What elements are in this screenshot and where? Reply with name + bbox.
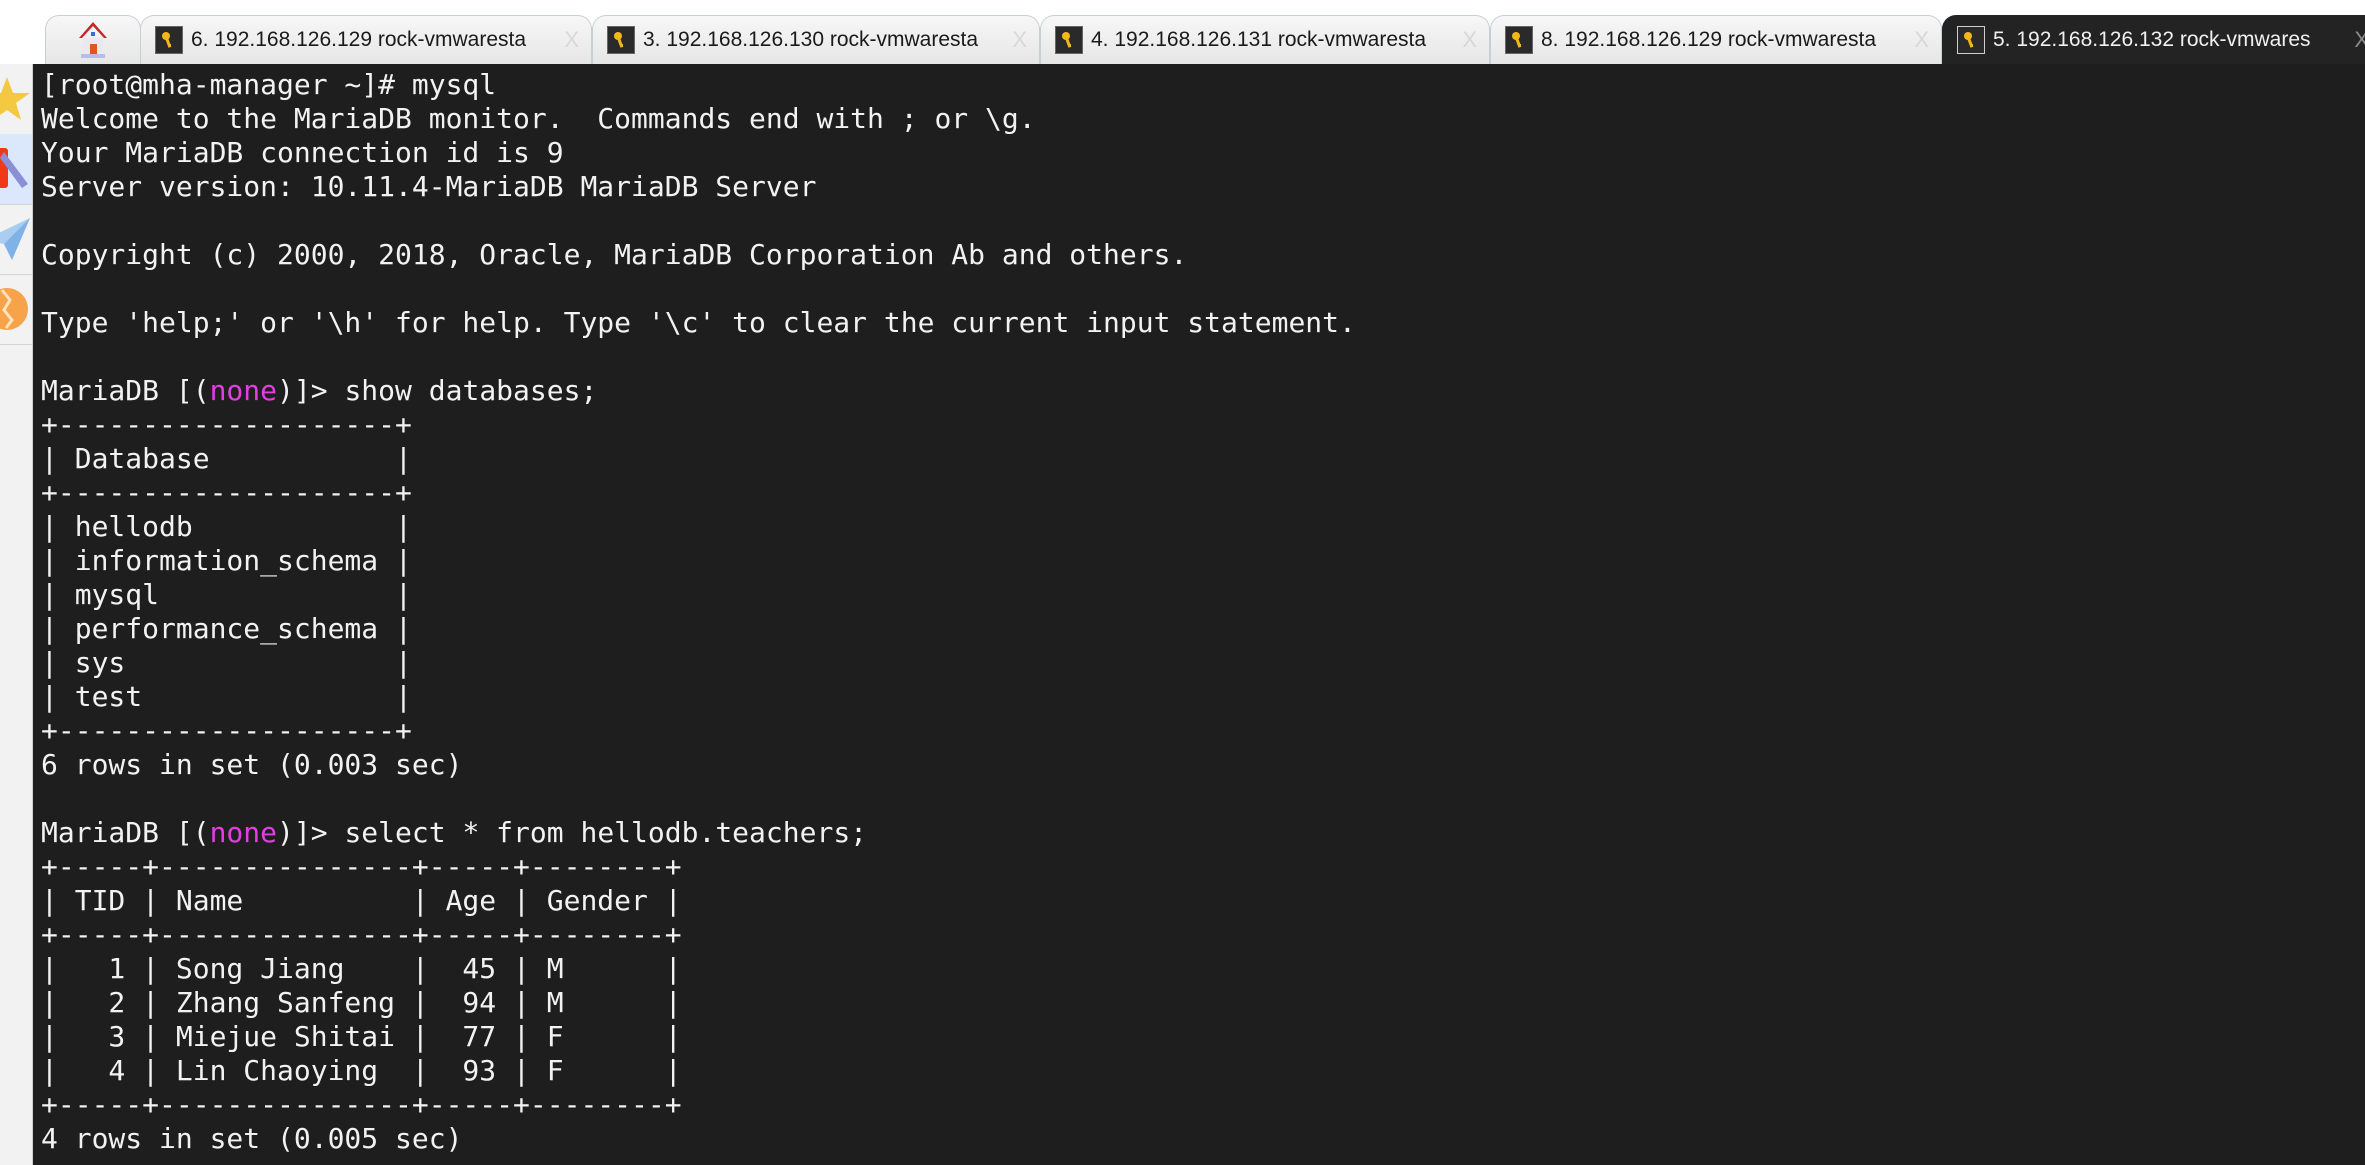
key-icon xyxy=(1957,26,1985,54)
tab-session-8[interactable]: 8. 192.168.126.129 rock-vmwaresta X xyxy=(1490,15,1942,64)
terminal-line: | 1 | Song Jiang | 45 | M | xyxy=(41,952,682,985)
terminal-line: | test | xyxy=(41,680,412,713)
tab-home[interactable] xyxy=(45,15,141,64)
bookmark-tool-icon xyxy=(0,148,28,188)
tab-label: 3. 192.168.126.130 rock-vmwaresta xyxy=(643,28,979,51)
star-icon xyxy=(0,77,30,120)
prompt-prefix: MariaDB [( xyxy=(41,374,210,407)
terminal-line: | mysql | xyxy=(41,578,412,611)
close-icon[interactable]: X xyxy=(2354,27,2365,53)
close-icon[interactable]: X xyxy=(1914,27,1929,53)
prompt-database: none xyxy=(209,816,278,849)
terminal-output: [root@mha-manager ~]# mysql Welcome to th… xyxy=(41,68,1356,1156)
prompt-suffix: )]> xyxy=(277,374,345,407)
tab-session-6[interactable]: 6. 192.168.126.129 rock-vmwaresta X xyxy=(140,15,592,64)
terminal-line: +-----+---------------+-----+--------+ xyxy=(41,1088,682,1121)
terminal-line: | performance_schema | xyxy=(41,612,412,645)
terminal-prompt-line: MariaDB [(none)]> show databases; xyxy=(41,374,1356,408)
prompt-database: none xyxy=(209,374,278,407)
terminal-line: +-----+---------------+-----+--------+ xyxy=(41,850,682,883)
key-icon xyxy=(155,26,183,54)
sidebar xyxy=(0,64,33,1165)
terminal-line: Copyright (c) 2000, 2018, Oracle, MariaD… xyxy=(41,238,1188,271)
terminal-line: | Database | xyxy=(41,442,412,475)
tab-label: 4. 192.168.126.131 rock-vmwaresta xyxy=(1091,28,1427,51)
terminal-line: Type 'help;' or '\h' for help. Type '\c'… xyxy=(41,306,1356,339)
close-icon[interactable]: X xyxy=(1012,27,1027,53)
command-text: show databases; xyxy=(344,374,598,407)
terminal-line: | 4 | Lin Chaoying | 93 | F | xyxy=(41,1054,682,1087)
terminal-line: +--------------------+ xyxy=(41,714,412,747)
sidebar-item-send[interactable] xyxy=(0,204,32,275)
tab-session-5-active[interactable]: 5. 192.168.126.132 rock-vmwares X xyxy=(1942,15,2365,64)
terminal-line: 4 rows in set (0.005 sec) xyxy=(41,1122,463,1155)
tab-session-3[interactable]: 3. 192.168.126.130 rock-vmwaresta X xyxy=(592,15,1040,64)
tab-label: 8. 192.168.126.129 rock-vmwaresta xyxy=(1541,28,1877,51)
terminal-line: | 3 | Miejue Shitai | 77 | F | xyxy=(41,1020,682,1053)
terminal-line: Your MariaDB connection id is 9 xyxy=(41,136,564,169)
sidebar-item-tools[interactable] xyxy=(0,134,32,205)
close-icon[interactable]: X xyxy=(564,27,579,53)
tab-session-4[interactable]: 4. 192.168.126.131 rock-vmwaresta X xyxy=(1040,15,1490,64)
command-text: select * from hellodb.teachers; xyxy=(344,816,868,849)
terminal-line: | sys | xyxy=(41,646,412,679)
key-icon xyxy=(1055,26,1083,54)
paper-plane-icon xyxy=(0,218,30,260)
home-icon xyxy=(79,22,107,58)
globe-icon xyxy=(0,288,28,330)
tab-bar: 6. 192.168.126.129 rock-vmwaresta X 3. 1… xyxy=(0,0,2365,64)
terminal-line: +--------------------+ xyxy=(41,408,412,441)
terminal-line: [root@mha-manager ~]# mysql xyxy=(41,68,497,101)
terminal-line: | TID | Name | Age | Gender | xyxy=(41,884,682,917)
tab-label: 5. 192.168.126.132 rock-vmwares xyxy=(1993,28,2311,51)
terminal-line: | 2 | Zhang Sanfeng | 94 | M | xyxy=(41,986,682,1019)
prompt-suffix: )]> xyxy=(277,816,345,849)
terminal-window[interactable]: [root@mha-manager ~]# mysql Welcome to th… xyxy=(33,64,2365,1165)
terminal-line: Server version: 10.11.4-MariaDB MariaDB … xyxy=(41,170,817,203)
terminal-line: +--------------------+ xyxy=(41,476,412,509)
terminal-line: +-----+---------------+-----+--------+ xyxy=(41,918,682,951)
terminal-line: 6 rows in set (0.003 sec) xyxy=(41,748,463,781)
sidebar-item-favorites[interactable] xyxy=(0,64,32,135)
sidebar-item-globe[interactable] xyxy=(0,274,32,345)
key-icon xyxy=(607,26,635,54)
tab-label: 6. 192.168.126.129 rock-vmwaresta xyxy=(191,28,527,51)
key-icon xyxy=(1505,26,1533,54)
close-icon[interactable]: X xyxy=(1462,27,1477,53)
prompt-prefix: MariaDB [( xyxy=(41,816,210,849)
terminal-line: | information_schema | xyxy=(41,544,412,577)
terminal-prompt-line: MariaDB [(none)]> select * from hellodb.… xyxy=(41,816,1356,850)
terminal-line: | hellodb | xyxy=(41,510,412,543)
terminal-line: Welcome to the MariaDB monitor. Commands… xyxy=(41,102,1036,135)
